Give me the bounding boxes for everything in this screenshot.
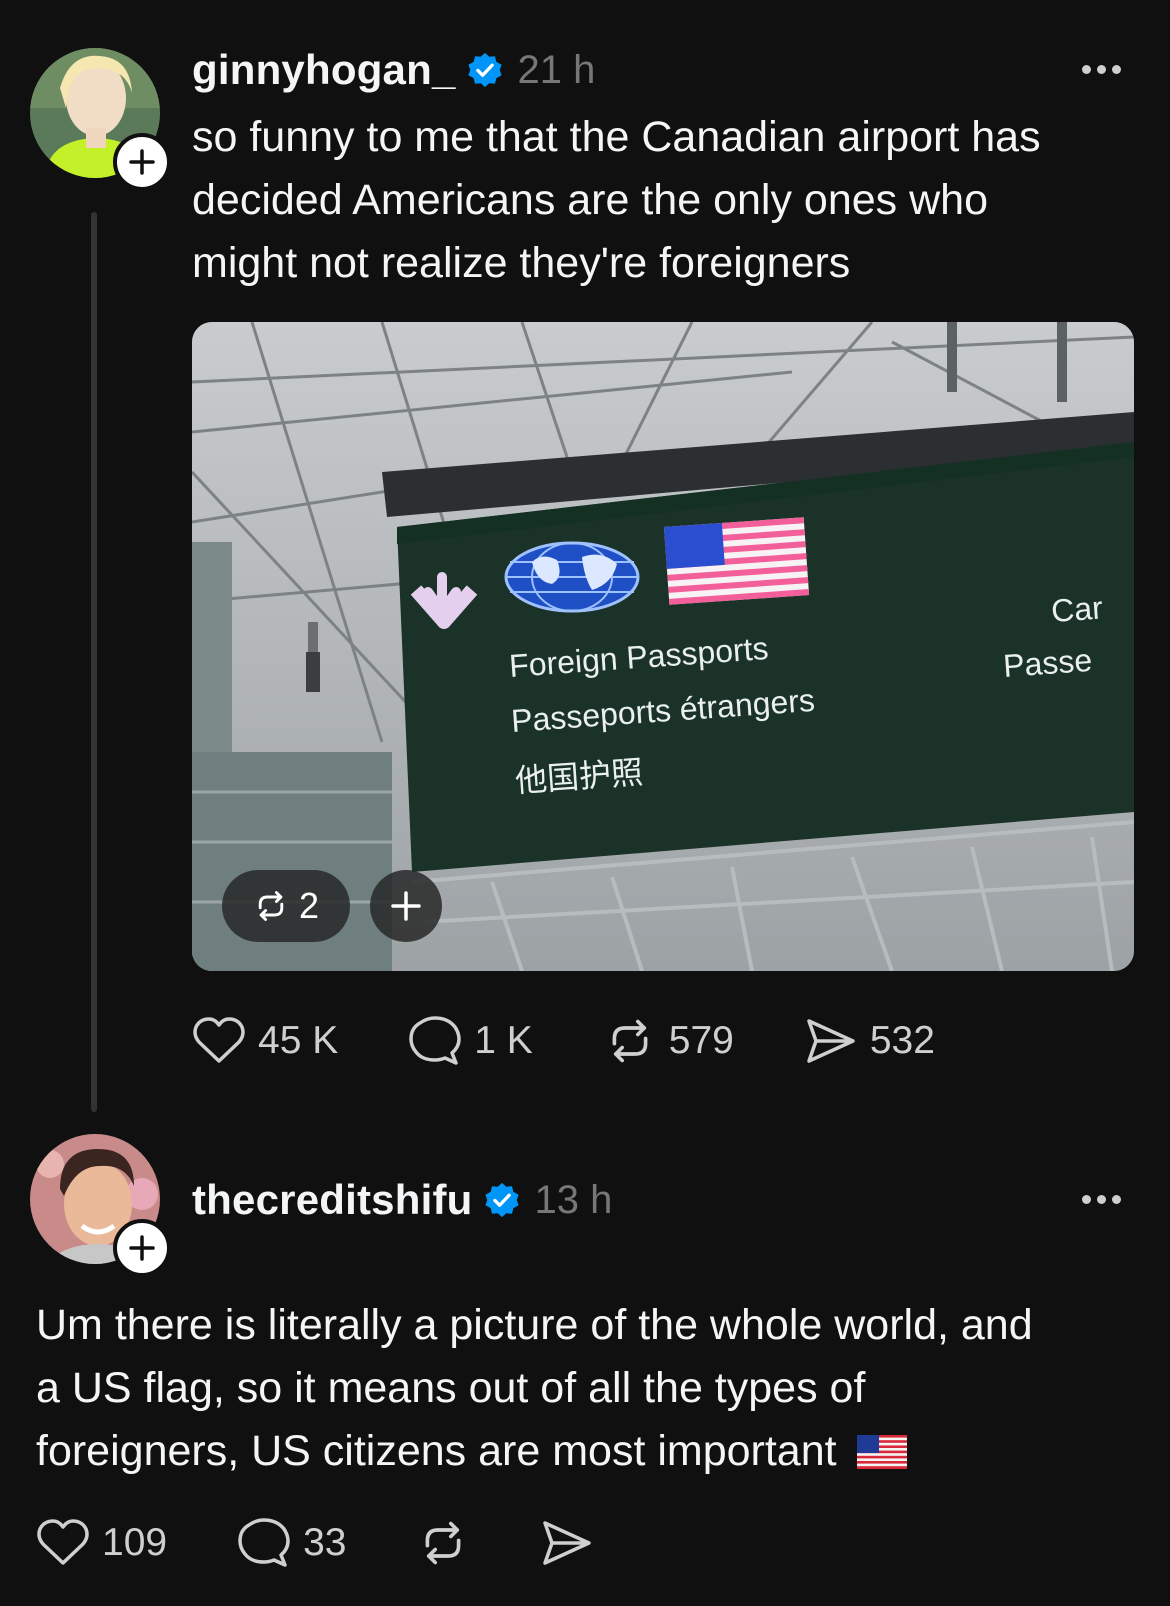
share-count: 532 [869,1019,935,1062]
post-header: ginnyhogan_ 21 h [192,42,595,98]
reply-text-line: a US flag, so it means out of all the ty… [36,1364,866,1412]
comment-icon [409,1016,461,1065]
post-time: 21 h [517,47,596,92]
repost-icon [258,891,284,921]
airport-photo: Foreign Passports Passeports étrangers 他… [192,322,1134,971]
post-text-line: might not realize they're foreigners [192,239,851,287]
reply-text: Um there is literally a picture of the w… [36,1294,1146,1483]
send-icon [807,1019,855,1063]
more-dots-icon[interactable] [1082,65,1121,74]
more-dots-icon[interactable] [1082,1195,1121,1204]
plus-icon [129,1235,155,1261]
send-icon [543,1521,592,1565]
thread-line [91,212,97,1112]
comment-icon [238,1518,290,1567]
reply-repost-button[interactable] [416,1517,470,1569]
post-actions: 45 K 1 K 579 532 [192,1010,935,1072]
verified-badge-icon [467,52,502,88]
plus-icon [129,149,155,175]
repost-button[interactable]: 579 [603,1015,734,1067]
plus-icon [391,891,421,921]
repost-icon [426,1521,461,1565]
post-text-line: so funny to me that the Canadian airport… [192,113,1041,161]
reply-reply-button[interactable]: 33 [237,1517,346,1569]
reply-text-line: Um there is literally a picture of the w… [36,1301,1033,1349]
like-count: 45 K [258,1019,339,1062]
us-flag-icon [856,1434,907,1469]
reply-button[interactable]: 1 K [408,1015,533,1067]
reply-like-button[interactable]: 109 [36,1518,167,1568]
follow-author-button[interactable] [113,133,171,191]
sign-text-right1: Car [1050,589,1104,629]
image-add-button[interactable] [370,870,442,942]
sign-text-right2: Passe [1002,642,1093,684]
repost-icon [612,1019,648,1063]
reply-time: 13 h [534,1177,613,1222]
post-text: so funny to me that the Canadian airport… [192,106,1142,295]
post-image[interactable]: Foreign Passports Passeports étrangers 他… [192,322,1134,971]
share-button[interactable]: 532 [804,1016,935,1066]
reply-header: thecreditshifu 13 h [192,1172,612,1228]
image-repost-count: 2 [298,885,320,926]
reply-like-count: 109 [102,1521,168,1564]
verified-badge-icon [484,1182,519,1218]
reply-author-username[interactable]: thecreditshifu [192,1176,473,1224]
reply-actions: 109 33 [36,1512,594,1574]
reply-text-line: foreigners, US citizens are most importa… [36,1420,1146,1483]
post-text-line: decided Americans are the only ones who [192,176,988,224]
reply-reply-count: 33 [303,1521,347,1564]
like-button[interactable]: 45 K [192,1016,338,1066]
heart-icon [37,1519,89,1565]
heart-icon [193,1017,245,1063]
repost-count: 579 [668,1019,734,1062]
reply-text-line-content: foreigners, US citizens are most importa… [36,1427,837,1475]
image-repost-count-button[interactable]: 2 [222,870,350,942]
reply-count: 1 K [474,1019,533,1062]
follow-reply-author-button[interactable] [113,1219,171,1277]
author-username[interactable]: ginnyhogan_ [192,46,456,94]
reply-share-button[interactable] [540,1518,594,1568]
